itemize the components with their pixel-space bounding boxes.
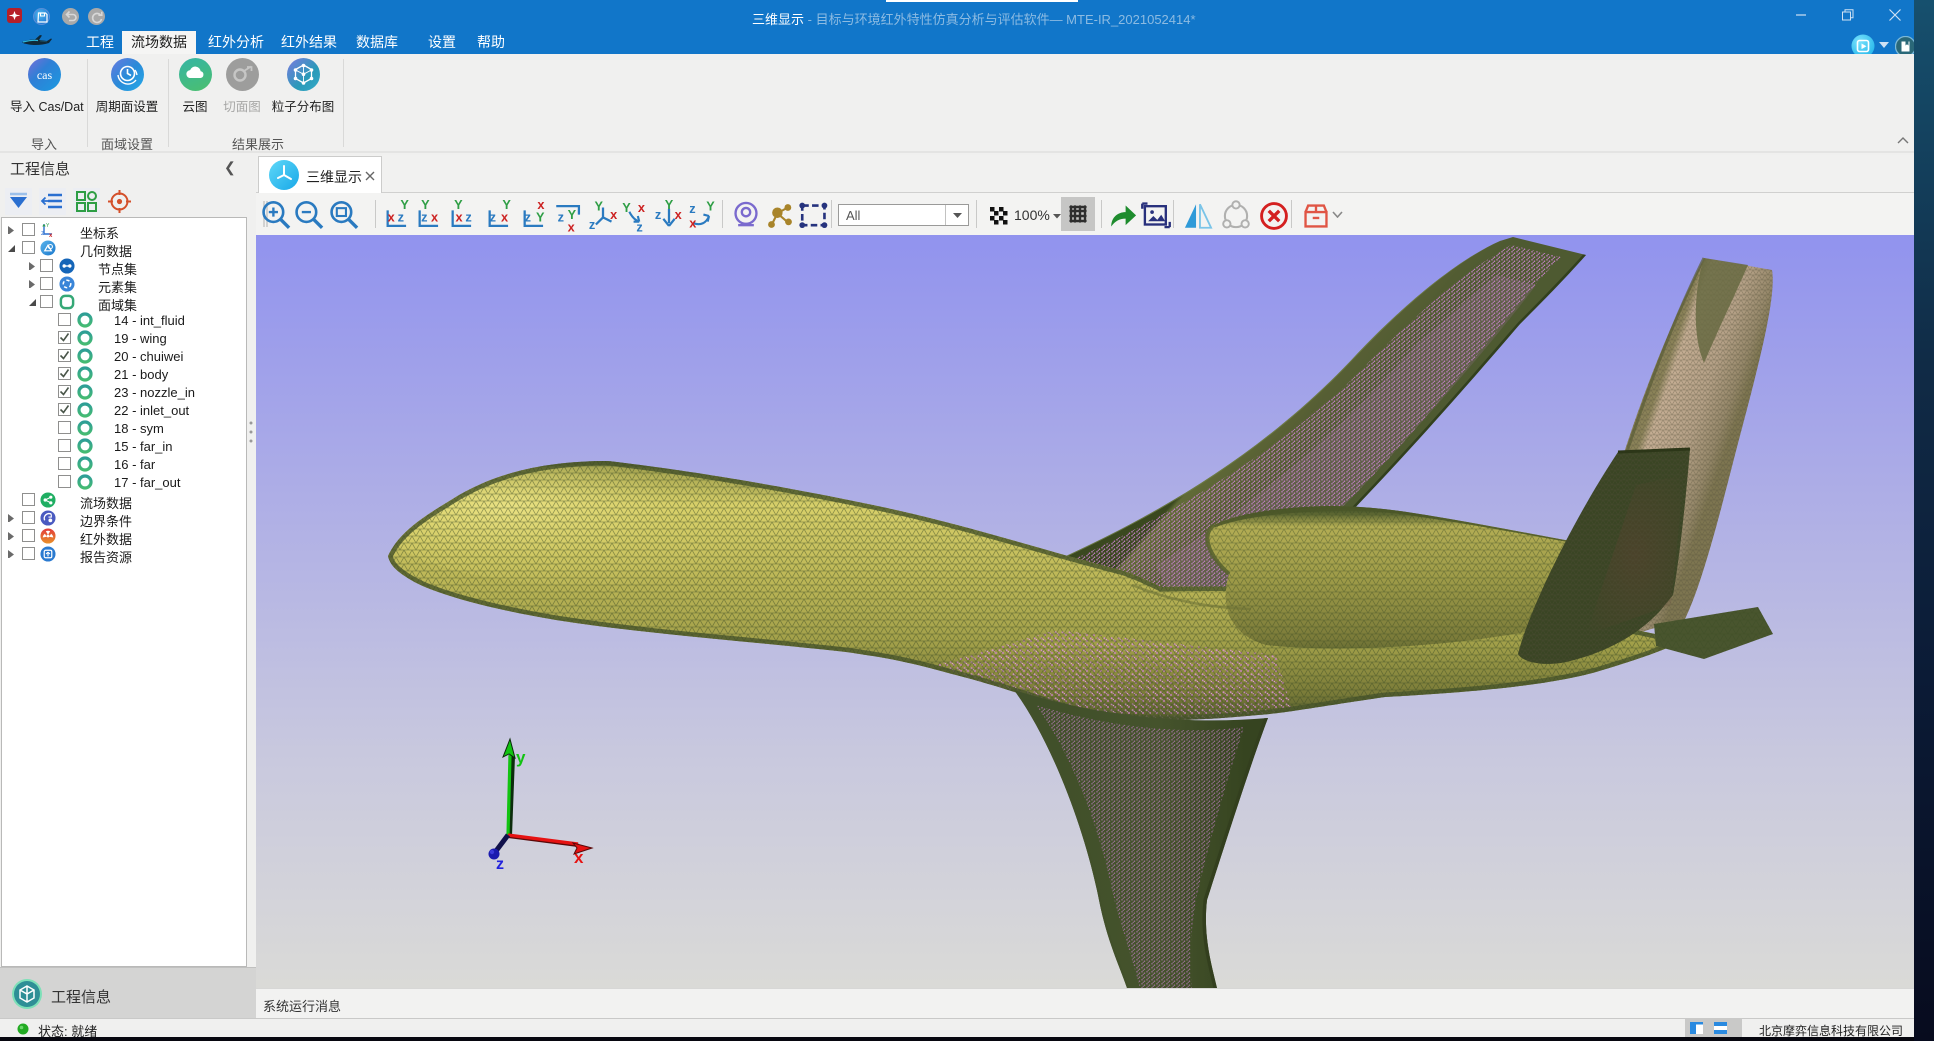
svg-text:x: x: [610, 207, 617, 222]
svg-text:z: z: [41, 231, 44, 237]
svg-text:z: z: [525, 210, 531, 225]
svg-text:x: x: [49, 233, 53, 238]
svg-text:x: x: [388, 210, 395, 225]
svg-text:Y: Y: [502, 199, 511, 212]
svg-text:x: x: [689, 215, 696, 230]
svg-text:z: z: [655, 207, 661, 222]
svg-text:Y: Y: [454, 199, 463, 212]
svg-text:z: z: [465, 210, 471, 225]
svg-text:z: z: [636, 220, 642, 233]
svg-text:Y: Y: [421, 199, 430, 212]
svg-text:x: x: [537, 199, 544, 212]
svg-text:x: x: [431, 210, 438, 225]
svg-text:z: z: [490, 210, 496, 225]
svg-text:x: x: [568, 220, 575, 233]
svg-text:cas: cas: [36, 68, 52, 82]
svg-text:z: z: [589, 217, 595, 232]
svg-text:x: x: [638, 200, 645, 215]
svg-text:Y: Y: [595, 199, 604, 213]
svg-text:z: z: [689, 201, 695, 216]
svg-text:z: z: [496, 856, 504, 873]
svg-text:x: x: [675, 207, 682, 222]
svg-text:Y: Y: [706, 199, 715, 213]
svg-text:Y: Y: [46, 223, 50, 229]
svg-text:x: x: [574, 848, 584, 867]
svg-text:z: z: [558, 210, 564, 225]
svg-text:Y: Y: [622, 200, 631, 215]
svg-text:Y: Y: [400, 199, 409, 212]
svg-text:y: y: [516, 748, 526, 767]
svg-text:Y: Y: [665, 199, 674, 212]
